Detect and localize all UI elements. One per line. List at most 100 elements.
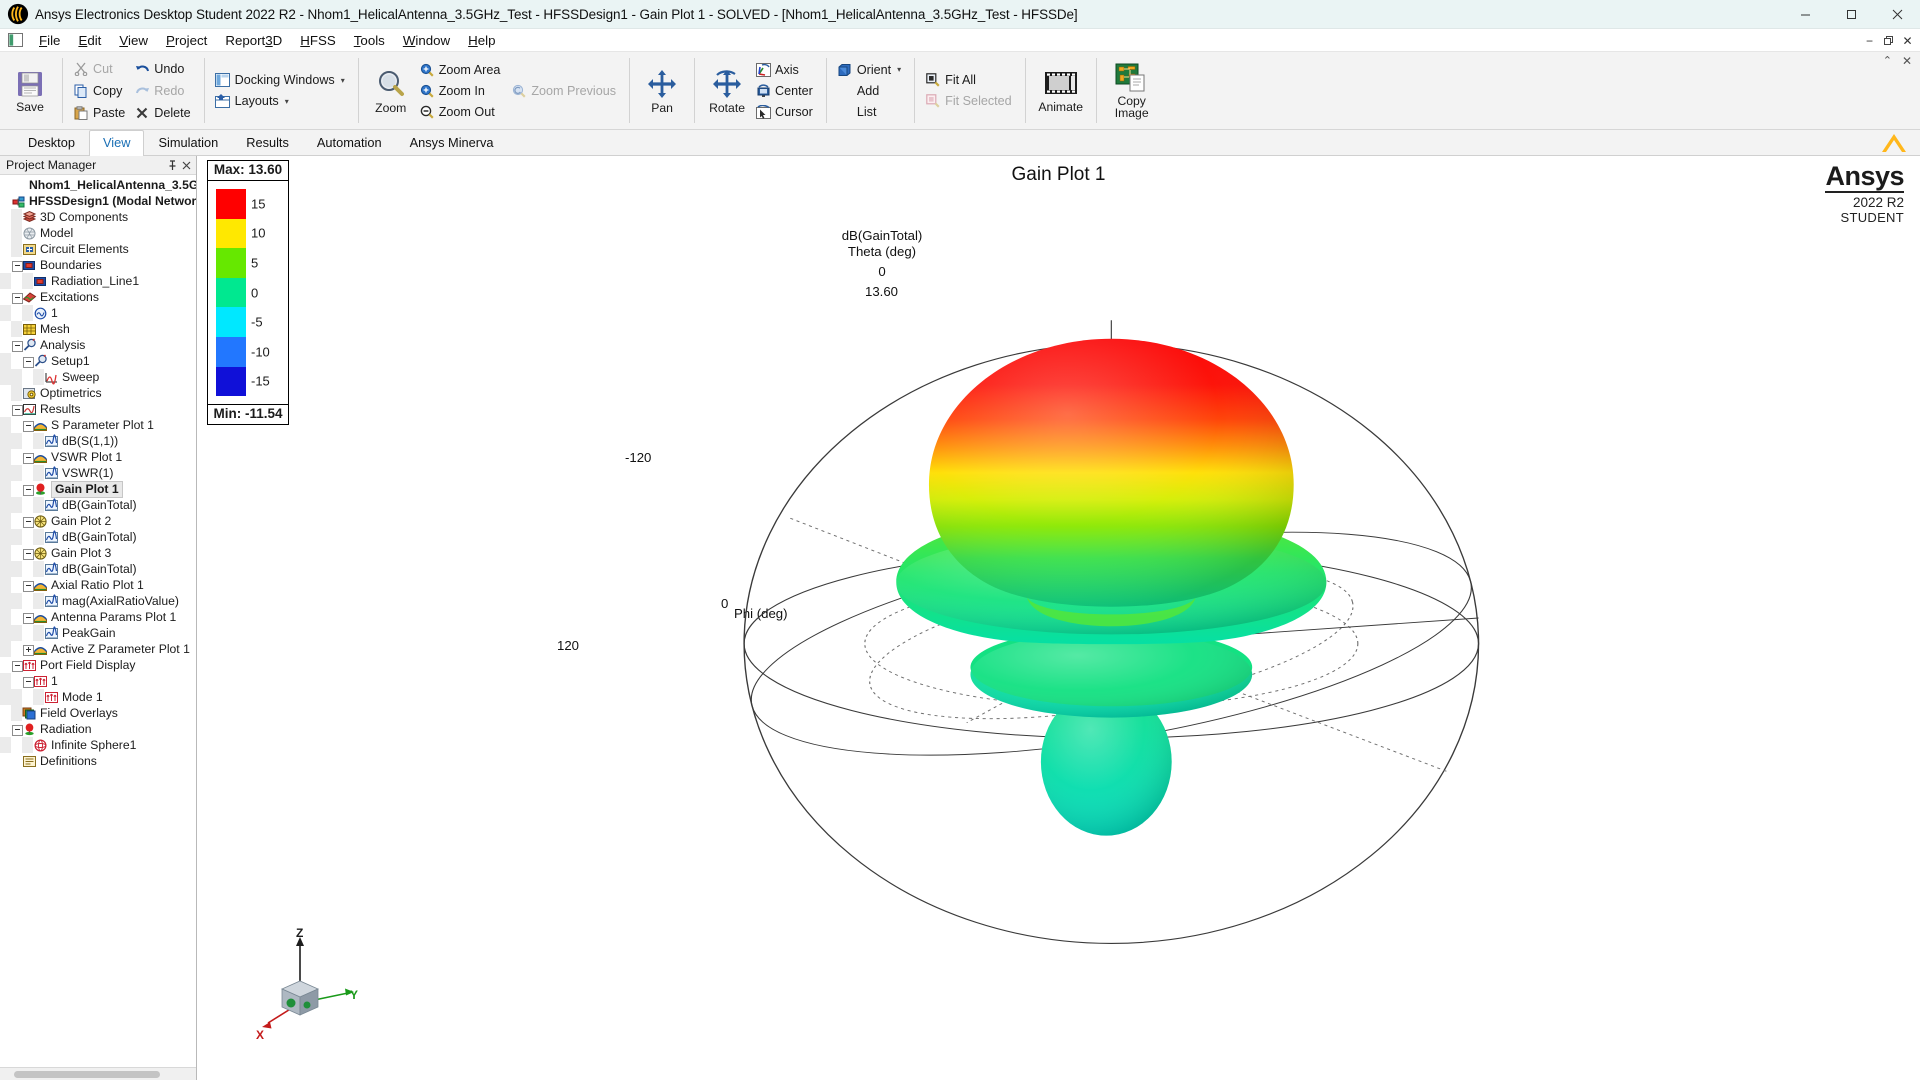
redo-button[interactable]: Redo bbox=[131, 81, 196, 101]
tree-collapse-toggle[interactable] bbox=[22, 609, 34, 625]
tree-collapse-toggle[interactable] bbox=[11, 337, 23, 353]
fit-selected-button[interactable]: Fit Selected bbox=[922, 91, 1018, 111]
chevron-down-icon[interactable]: ▾ bbox=[341, 76, 345, 85]
tree-item[interactable]: Port Field Display bbox=[0, 657, 196, 673]
paste-button[interactable]: Paste bbox=[70, 103, 131, 123]
rotate-center-button[interactable]: Center bbox=[752, 81, 819, 101]
docking-windows-button[interactable]: Docking Windows ▾ bbox=[212, 70, 351, 90]
tree-expand-toggle[interactable] bbox=[22, 641, 34, 657]
minimize-button[interactable] bbox=[1782, 0, 1828, 29]
tree-collapse-toggle[interactable] bbox=[22, 417, 34, 433]
tree-item[interactable]: S Parameter Plot 1 bbox=[0, 417, 196, 433]
tree-item[interactable]: PeakGain bbox=[0, 625, 196, 641]
tree-item[interactable]: 1 bbox=[0, 673, 196, 689]
menu-hfss[interactable]: HFSS bbox=[291, 30, 344, 51]
tree-item[interactable]: Gain Plot 1 bbox=[0, 480, 196, 498]
tree-item[interactable]: Antenna Params Plot 1 bbox=[0, 609, 196, 625]
chevron-down-icon[interactable]: ▾ bbox=[897, 65, 901, 74]
tree-item[interactable]: 1 bbox=[0, 305, 196, 321]
chevron-down-icon[interactable]: ▾ bbox=[285, 97, 289, 106]
pan-button[interactable]: Pan bbox=[637, 65, 687, 117]
tree-collapse-toggle[interactable] bbox=[22, 545, 34, 561]
tree-item[interactable]: Active Z Parameter Plot 1 bbox=[0, 641, 196, 657]
project-tree[interactable]: Nhom1_HelicalAntenna_3.5GHz_Test*HFSSDes… bbox=[0, 175, 196, 1067]
tree-item[interactable]: mag(AxialRatioValue) bbox=[0, 593, 196, 609]
tree-item[interactable]: HFSSDesign1 (Modal Network)* bbox=[0, 193, 196, 209]
copy-button[interactable]: Copy bbox=[70, 81, 131, 101]
menu-report3d[interactable]: Report3D bbox=[216, 30, 291, 51]
tree-item[interactable]: VSWR(1) bbox=[0, 465, 196, 481]
tree-item[interactable]: Setup1 bbox=[0, 353, 196, 369]
tree-item[interactable]: dB(GainTotal) bbox=[0, 529, 196, 545]
tree-item[interactable]: Boundaries bbox=[0, 257, 196, 273]
menu-project[interactable]: Project bbox=[157, 30, 216, 51]
tree-collapse-toggle[interactable] bbox=[11, 289, 23, 305]
tree-collapse-toggle[interactable] bbox=[22, 513, 34, 529]
rotate-cursor-button[interactable]: Cursor bbox=[752, 102, 819, 122]
tree-collapse-toggle[interactable] bbox=[22, 449, 34, 465]
tree-item[interactable]: Radiation bbox=[0, 721, 196, 737]
panel-close-icon[interactable] bbox=[179, 158, 193, 172]
tab-simulation[interactable]: Simulation bbox=[144, 130, 232, 155]
tab-results[interactable]: Results bbox=[232, 130, 303, 155]
zoom-button[interactable]: Zoom bbox=[366, 65, 416, 117]
tree-item[interactable]: Results bbox=[0, 401, 196, 417]
axis-triad-icon[interactable]: Z Y X bbox=[252, 927, 362, 1042]
tree-item[interactable]: dB(S(1,1)) bbox=[0, 433, 196, 449]
tree-item[interactable]: Axial Ratio Plot 1 bbox=[0, 577, 196, 593]
project-tree-hscrollbar[interactable] bbox=[0, 1067, 196, 1080]
menu-edit[interactable]: Edit bbox=[69, 30, 110, 51]
zoom-previous-button[interactable]: Zoom Previous bbox=[508, 81, 622, 101]
rotate-button[interactable]: Rotate bbox=[702, 65, 752, 117]
tree-item[interactable]: Gain Plot 2 bbox=[0, 513, 196, 529]
tree-item[interactable]: VSWR Plot 1 bbox=[0, 449, 196, 465]
tree-item[interactable]: Definitions bbox=[0, 753, 196, 769]
tree-collapse-toggle[interactable] bbox=[22, 481, 34, 497]
tab-ansys-minerva[interactable]: Ansys Minerva bbox=[396, 130, 508, 155]
tree-collapse-toggle[interactable] bbox=[11, 721, 23, 737]
tree-collapse-toggle[interactable] bbox=[11, 657, 23, 673]
tab-view[interactable]: View bbox=[88, 130, 145, 156]
tree-collapse-toggle[interactable] bbox=[11, 257, 23, 273]
undo-button[interactable]: Undo bbox=[131, 59, 196, 79]
tree-item[interactable]: Mode 1 bbox=[0, 689, 196, 705]
close-button[interactable] bbox=[1874, 0, 1920, 29]
menu-tools[interactable]: Tools bbox=[345, 30, 394, 51]
layouts-button[interactable]: Layouts ▾ bbox=[212, 91, 351, 111]
ribbon-close-button[interactable]: ✕ bbox=[1902, 54, 1912, 68]
tree-item[interactable]: Analysis bbox=[0, 337, 196, 353]
tree-collapse-toggle[interactable] bbox=[22, 577, 34, 593]
tree-item[interactable]: Field Overlays bbox=[0, 705, 196, 721]
tree-item[interactable]: Optimetrics bbox=[0, 385, 196, 401]
tree-item[interactable]: Excitations bbox=[0, 289, 196, 305]
orient-list-button[interactable]: List bbox=[834, 102, 907, 122]
orient-button[interactable]: Orient ▾ bbox=[834, 60, 907, 80]
save-button[interactable]: Save bbox=[5, 66, 55, 116]
cut-button[interactable]: Cut bbox=[70, 59, 131, 79]
maximize-button[interactable] bbox=[1828, 0, 1874, 29]
zoom-area-button[interactable]: Zoom Area bbox=[416, 60, 507, 80]
tree-item[interactable]: Radiation_Line1 bbox=[0, 273, 196, 289]
tree-collapse-toggle[interactable] bbox=[22, 353, 34, 369]
zoom-in-button[interactable]: Zoom In bbox=[416, 81, 507, 101]
copy-image-button[interactable]: Copy Image bbox=[1104, 60, 1160, 122]
tab-automation[interactable]: Automation bbox=[303, 130, 396, 155]
menu-view[interactable]: View bbox=[110, 30, 157, 51]
tree-item[interactable]: Gain Plot 3 bbox=[0, 545, 196, 561]
tree-item[interactable]: dB(GainTotal) bbox=[0, 497, 196, 513]
tree-item[interactable]: 3D Components bbox=[0, 209, 196, 225]
tab-desktop[interactable]: Desktop bbox=[14, 130, 89, 155]
zoom-out-button[interactable]: Zoom Out bbox=[416, 102, 507, 122]
menu-help[interactable]: Help bbox=[459, 30, 504, 51]
menu-window[interactable]: Window bbox=[394, 30, 459, 51]
tree-collapse-toggle[interactable] bbox=[22, 673, 34, 689]
tree-item[interactable]: Circuit Elements bbox=[0, 241, 196, 257]
mdi-minimize-button[interactable]: − bbox=[1861, 32, 1878, 49]
scrollbar-thumb[interactable] bbox=[14, 1071, 160, 1078]
delete-button[interactable]: Delete bbox=[131, 103, 196, 123]
farfield-3d-pattern[interactable] bbox=[197, 156, 1920, 1080]
mdi-close-button[interactable]: ✕ bbox=[1899, 32, 1916, 49]
orient-add-button[interactable]: Add bbox=[834, 81, 907, 101]
tree-collapse-toggle[interactable] bbox=[11, 401, 23, 417]
animate-button[interactable]: Animate bbox=[1033, 66, 1089, 116]
